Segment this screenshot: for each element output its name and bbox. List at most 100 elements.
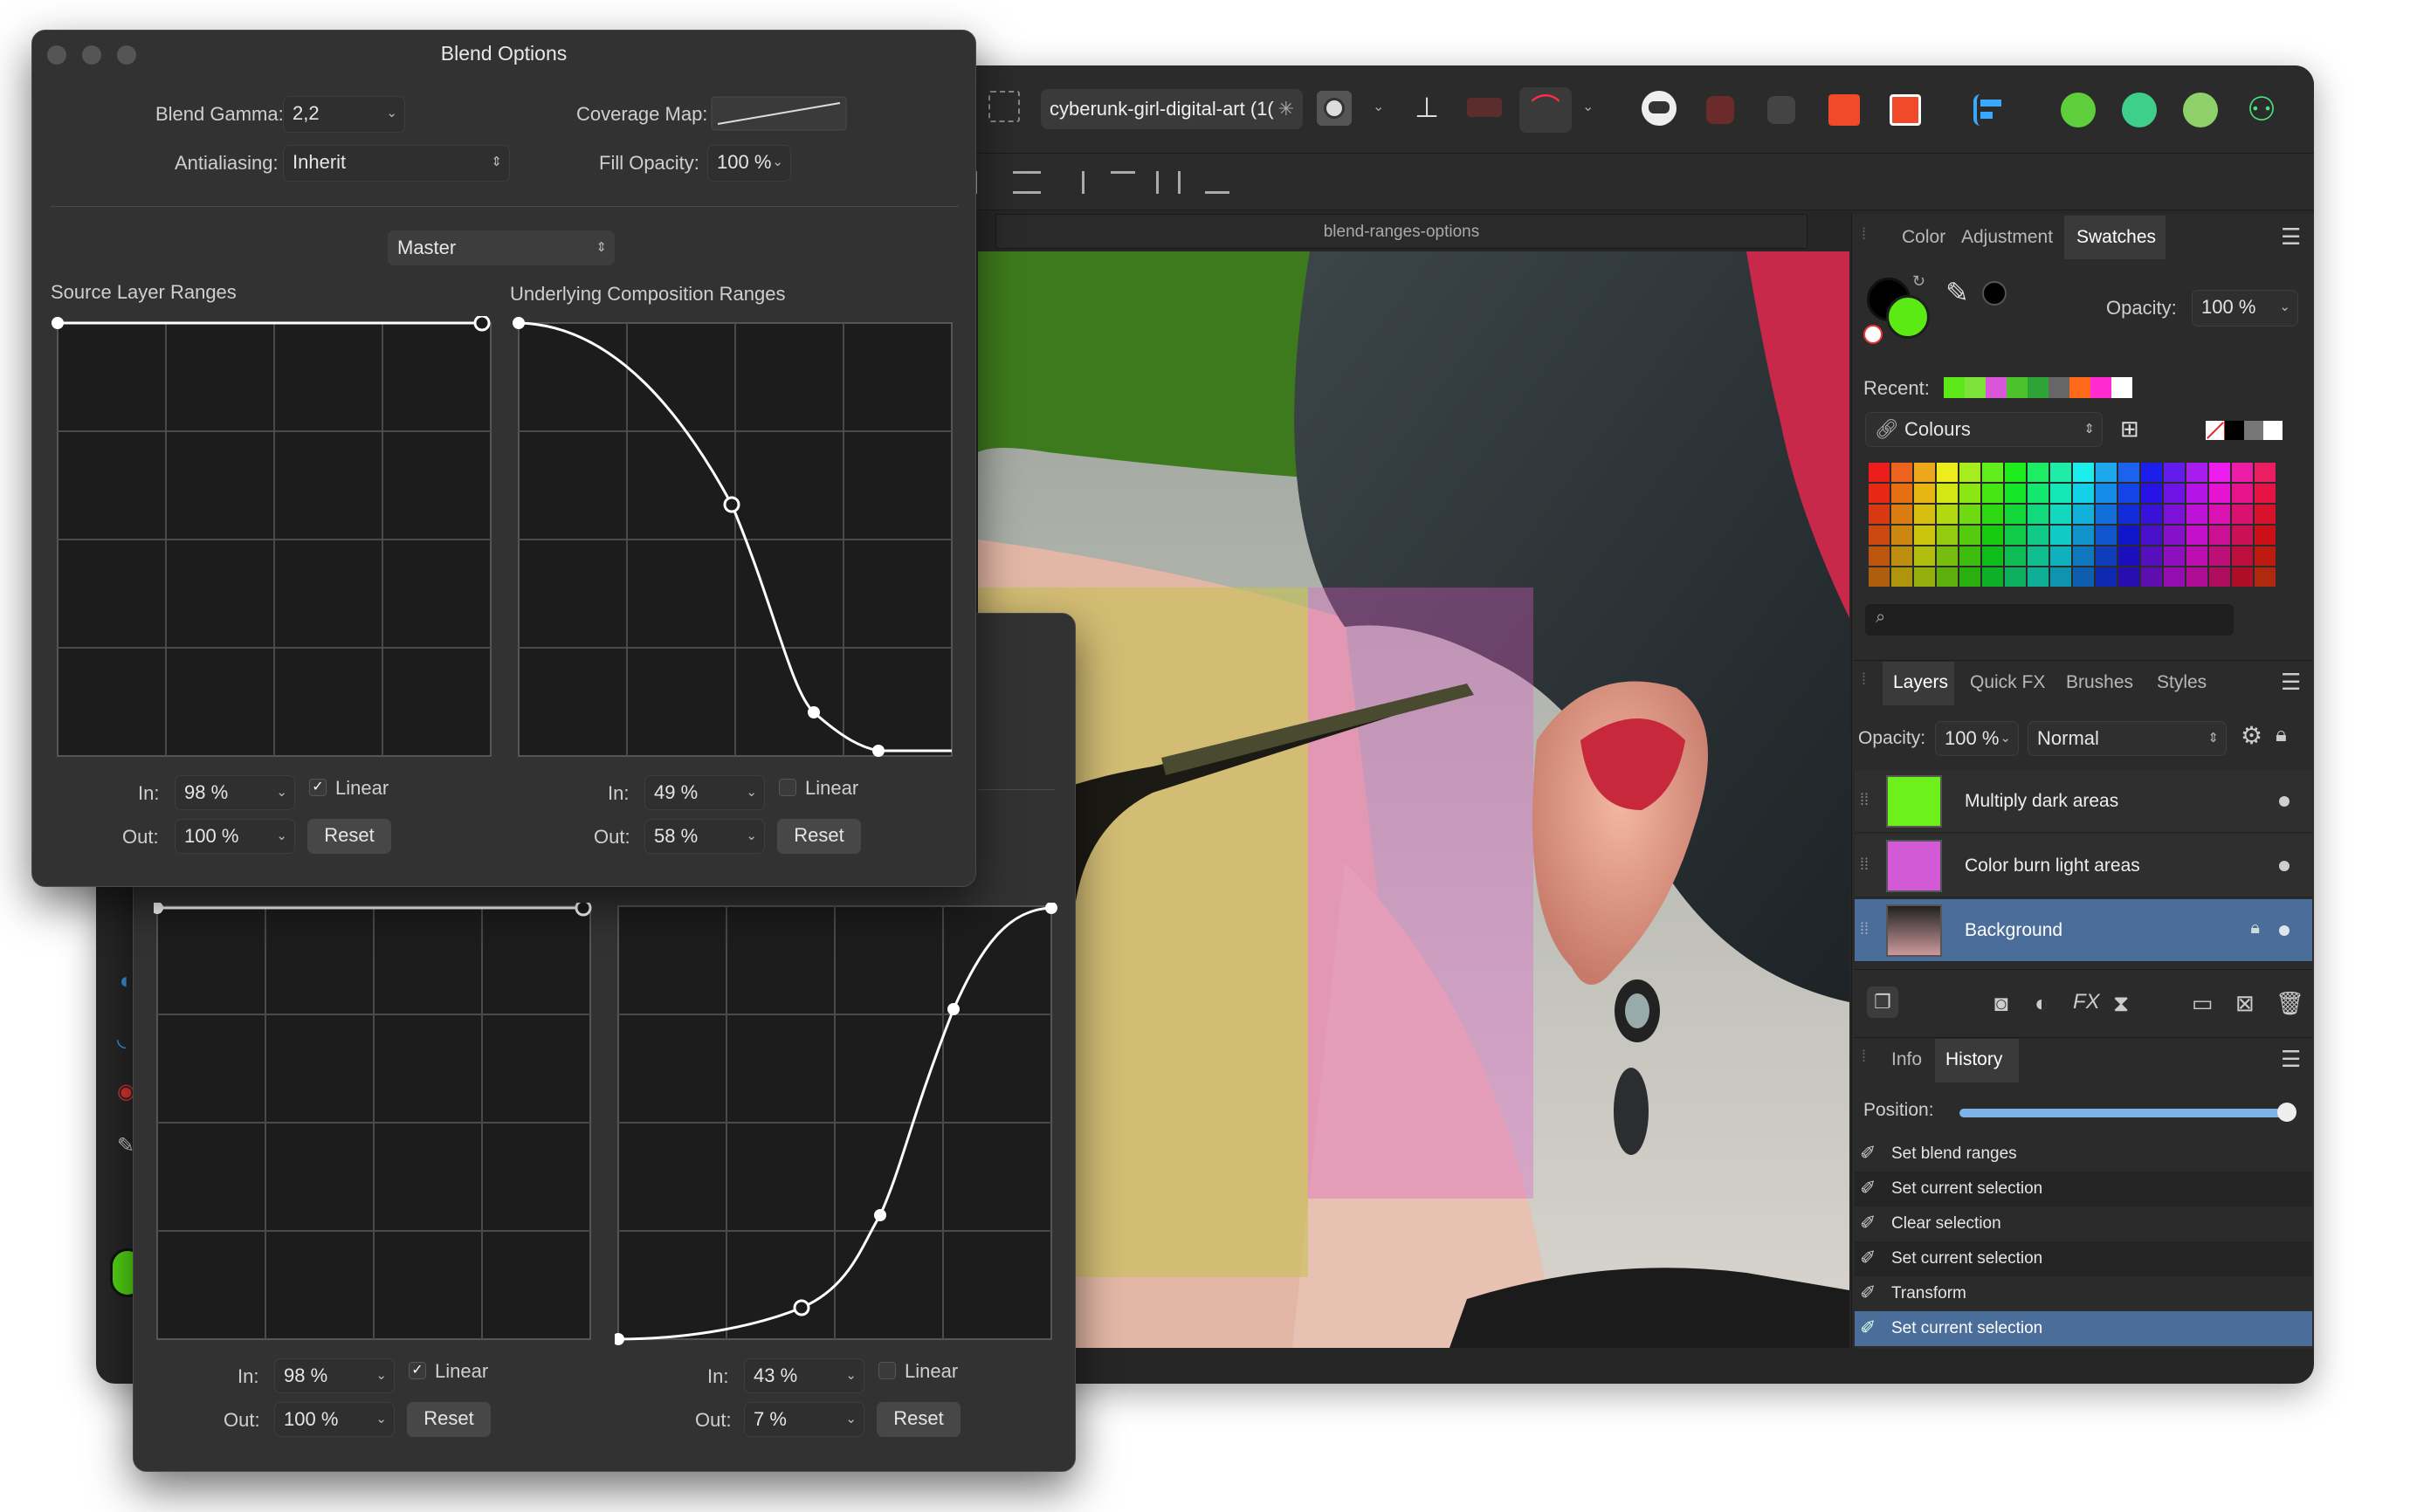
- palette-swatch[interactable]: [2164, 526, 2185, 545]
- palette-swatch[interactable]: [1937, 505, 1958, 524]
- assistant-icon[interactable]: [1642, 91, 1677, 126]
- source-linear-checkbox[interactable]: ✓: [309, 779, 327, 796]
- palette-swatch[interactable]: [2186, 484, 2207, 503]
- tool-icon[interactable]: ◟: [117, 1025, 126, 1052]
- panel-grip-icon[interactable]: ⁞: [1862, 225, 1866, 244]
- palette-swatch[interactable]: [2255, 505, 2276, 524]
- mask-icon[interactable]: [1317, 91, 1352, 126]
- palette-swatch[interactable]: [2050, 567, 2071, 587]
- palette-swatch[interactable]: [1914, 484, 1935, 503]
- add-swatch-icon[interactable]: ⊞: [2120, 416, 2139, 443]
- underlying-out-field[interactable]: 58 % ⌄: [644, 819, 765, 854]
- chevron-down-icon[interactable]: ⌄: [1373, 98, 1384, 115]
- no-color-icon[interactable]: [1863, 325, 1883, 344]
- palette-swatch[interactable]: [2186, 526, 2207, 545]
- align-right-icon[interactable]: [1060, 171, 1084, 194]
- palette-swatch[interactable]: [2050, 484, 2071, 503]
- palette-swatch[interactable]: [1914, 526, 1935, 545]
- palette-swatch[interactable]: [1914, 546, 1935, 566]
- palette-swatch[interactable]: [1937, 526, 1958, 545]
- history-position-slider[interactable]: [1959, 1109, 2288, 1117]
- palette-swatch[interactable]: [2141, 463, 2162, 482]
- arrange-forward-icon[interactable]: [1828, 94, 1860, 126]
- palette-swatch[interactable]: [2232, 546, 2253, 566]
- palette-swatch[interactable]: [2073, 463, 2094, 482]
- gear-icon[interactable]: ⚙: [2241, 721, 2262, 750]
- curve-node[interactable]: [874, 1209, 886, 1221]
- curve-node[interactable]: [52, 317, 64, 329]
- palette-swatch[interactable]: [2255, 526, 2276, 545]
- palette-swatch[interactable]: [1959, 505, 1980, 524]
- align-middle-icon[interactable]: [1156, 171, 1181, 194]
- palette-swatch[interactable]: [1891, 484, 1912, 503]
- palette-swatch[interactable]: [2073, 546, 2094, 566]
- palette-swatch[interactable]: [1959, 546, 1980, 566]
- palette-swatch[interactable]: [2005, 463, 2026, 482]
- palette-swatch[interactable]: [2028, 463, 2048, 482]
- curve-node[interactable]: [808, 706, 820, 718]
- palette-swatch[interactable]: [1937, 484, 1958, 503]
- palette-swatch[interactable]: [2118, 546, 2139, 566]
- panel-menu-icon[interactable]: ☰: [2281, 669, 2301, 696]
- palette-swatch[interactable]: [1869, 526, 1890, 545]
- recent-swatch[interactable]: [2111, 377, 2132, 398]
- palette-swatch[interactable]: [2255, 484, 2276, 503]
- underlying-linear-checkbox[interactable]: [779, 779, 796, 796]
- folder-icon[interactable]: ▭: [2192, 990, 2214, 1017]
- snapping-magnet-icon[interactable]: ⌒: [1519, 87, 1572, 133]
- palette-swatch[interactable]: [2186, 567, 2207, 587]
- palette-swatch[interactable]: [2186, 546, 2207, 566]
- tool-icon[interactable]: ◖: [117, 967, 131, 994]
- inpaint-icon[interactable]: [1467, 98, 1502, 117]
- palette-swatch[interactable]: [1959, 463, 1980, 482]
- palette-swatch[interactable]: [1959, 567, 1980, 587]
- palette-swatch[interactable]: [2209, 567, 2230, 587]
- tab-layers[interactable]: Layers: [1893, 672, 1948, 693]
- palette-swatch[interactable]: [2118, 526, 2139, 545]
- layer-row[interactable]: ⁞⁞ Multiply dark areas: [1855, 770, 2312, 833]
- history-item[interactable]: ✐ Set current selection: [1855, 1241, 2312, 1276]
- tab-history[interactable]: History: [1945, 1049, 2002, 1070]
- curve-node[interactable]: [473, 316, 491, 332]
- palette-select[interactable]: 🔗︎ Colours ⇕: [1865, 412, 2103, 447]
- source-out-field[interactable]: 100 % ⌄: [274, 1402, 395, 1437]
- panel-grip-icon[interactable]: ⁞: [1862, 670, 1866, 689]
- color-picker-icon[interactable]: ✎: [1945, 276, 1969, 309]
- palette-swatch[interactable]: [2050, 505, 2071, 524]
- recent-swatch[interactable]: [2090, 377, 2111, 398]
- palette-swatch[interactable]: [2005, 546, 2026, 566]
- palette-swatch[interactable]: [1891, 505, 1912, 524]
- curve-node[interactable]: [947, 1003, 960, 1015]
- curve-node[interactable]: [723, 496, 740, 513]
- none-swatch[interactable]: [2206, 421, 2225, 440]
- palette-swatch[interactable]: [2255, 463, 2276, 482]
- palette-swatch[interactable]: [2050, 546, 2071, 566]
- antialiasing-select[interactable]: Inherit ⇕: [283, 145, 510, 182]
- user-icon[interactable]: ⚇: [2242, 91, 2281, 129]
- copy-layer-icon[interactable]: ❐: [1867, 986, 1898, 1018]
- opacity-field[interactable]: 100 % ⌄: [2192, 290, 2298, 326]
- boolean-add-icon[interactable]: [2061, 93, 2096, 127]
- palette-swatch[interactable]: [2096, 526, 2117, 545]
- palette-swatch[interactable]: [1937, 546, 1958, 566]
- palette-swatch[interactable]: [2209, 526, 2230, 545]
- new-layer-icon[interactable]: ⊠: [2235, 990, 2255, 1017]
- palette-swatch[interactable]: [2164, 567, 2185, 587]
- palette-swatch[interactable]: [2005, 567, 2026, 587]
- drag-handle-icon[interactable]: ⁞⁞: [1860, 856, 1869, 874]
- palette-swatch[interactable]: [1914, 505, 1935, 524]
- palette-swatch[interactable]: [2186, 505, 2207, 524]
- source-out-field[interactable]: 100 % ⌄: [175, 819, 295, 854]
- fill-color-well[interactable]: [1886, 295, 1930, 339]
- recent-swatch[interactable]: [2069, 377, 2090, 398]
- underlying-out-field[interactable]: 7 % ⌄: [744, 1402, 864, 1437]
- palette-swatch[interactable]: [1891, 526, 1912, 545]
- palette-swatch[interactable]: [2073, 567, 2094, 587]
- swatch-grid[interactable]: [1869, 463, 2279, 594]
- history-item[interactable]: ✐ Set blend ranges: [1855, 1137, 2312, 1172]
- marquee-icon[interactable]: [988, 91, 1020, 122]
- align-bottom-icon[interactable]: [1205, 171, 1229, 194]
- trash-icon[interactable]: 🗑︎: [2276, 990, 2304, 1017]
- underlying-linear-checkbox[interactable]: [878, 1362, 896, 1379]
- curve-node[interactable]: [793, 1299, 810, 1316]
